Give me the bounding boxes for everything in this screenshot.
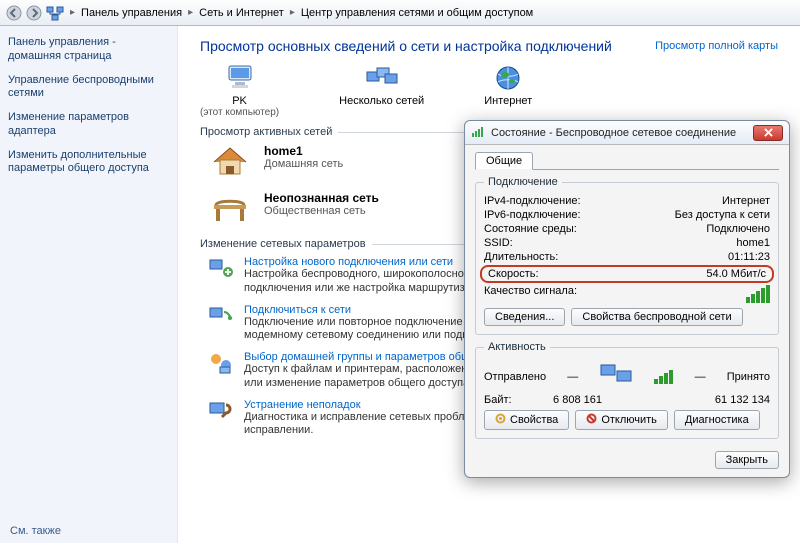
map-pc-sub: (этот компьютер) xyxy=(200,107,279,118)
breadcrumb-item[interactable]: Центр управления сетями и общим доступом xyxy=(301,7,533,19)
ssid-value: home1 xyxy=(736,237,770,249)
speed-label: Скорость: xyxy=(488,268,539,280)
signal-label: Качество сигнала: xyxy=(484,285,577,303)
troubleshoot-icon xyxy=(208,399,234,439)
task-link[interactable]: Подключиться к сети xyxy=(244,304,351,316)
sidebar-item-sharing[interactable]: Изменить дополнительные параметры общего… xyxy=(8,149,169,177)
activity-signal-icon xyxy=(654,370,673,384)
network-type-link[interactable]: Домашняя сеть xyxy=(264,158,343,170)
disable-icon xyxy=(586,413,597,427)
tab-strip: Общие xyxy=(475,151,779,170)
bytes-sent: 6 808 161 xyxy=(553,394,602,406)
sidebar-item-wireless[interactable]: Управление беспроводными сетями xyxy=(8,74,169,102)
details-button[interactable]: Сведения... xyxy=(484,308,565,326)
ipv6-label: IPv6-подключение: xyxy=(484,209,581,221)
properties-button[interactable]: Свойства xyxy=(484,410,569,430)
nav-back-icon[interactable] xyxy=(6,5,22,21)
ssid-label: SSID: xyxy=(484,237,513,249)
network-type: Общественная сеть xyxy=(264,205,379,217)
homegroup-icon xyxy=(208,351,234,391)
signal-bars-icon xyxy=(746,285,770,303)
nav-fwd-icon[interactable] xyxy=(26,5,42,21)
group-label: Активность xyxy=(484,341,550,353)
public-network-icon xyxy=(210,191,250,228)
group-label: Подключение xyxy=(484,176,562,188)
chevron-right-icon: ▸ xyxy=(68,7,77,18)
sidebar-item-adapter[interactable]: Изменение параметров адаптера xyxy=(8,111,169,139)
sidebar-see-also: См. также xyxy=(10,525,61,537)
breadcrumb-item[interactable]: Сеть и Интернет xyxy=(199,7,284,19)
duration-label: Длительность: xyxy=(484,251,558,263)
status-dialog: Состояние - Беспроводное сетевое соедине… xyxy=(464,120,790,478)
map-multi-label: Несколько сетей xyxy=(339,95,424,107)
ipv4-label: IPv4-подключение: xyxy=(484,195,581,207)
duration-value: 01:11:23 xyxy=(728,251,770,263)
dialog-titlebar[interactable]: Состояние - Беспроводное сетевое соедине… xyxy=(465,121,789,145)
task-link[interactable]: Устранение неполадок xyxy=(244,399,361,411)
chevron-right-icon: ▸ xyxy=(186,7,195,18)
disable-button[interactable]: Отключить xyxy=(575,410,668,430)
network-name: home1 xyxy=(264,144,303,158)
activity-computers-icon xyxy=(599,363,633,390)
close-dialog-button[interactable]: Закрыть xyxy=(715,451,779,469)
breadcrumb-item[interactable]: Панель управления xyxy=(81,7,182,19)
network-name: Неопознанная сеть xyxy=(264,191,379,205)
sent-label: Отправлено xyxy=(484,371,546,383)
gear-icon xyxy=(495,413,506,427)
bytes-label: Байт: xyxy=(484,394,512,406)
sidebar: Панель управления - домашняя страница Уп… xyxy=(0,26,178,543)
close-button[interactable] xyxy=(753,125,783,141)
wifi-status-icon xyxy=(471,124,485,141)
sidebar-item-home[interactable]: Панель управления - домашняя страница xyxy=(8,36,169,64)
bytes-recv: 61 132 134 xyxy=(715,394,770,406)
connection-group: Подключение IPv4-подключение: Интернет IP… xyxy=(475,176,779,335)
diagnose-button[interactable]: Диагностика xyxy=(674,410,760,430)
wireless-props-button[interactable]: Свойства беспроводной сети xyxy=(571,308,742,326)
home-network-icon xyxy=(210,144,250,181)
activity-group: Активность Отправлено — — Принято Байт: … xyxy=(475,341,779,439)
map-internet-label: Интернет xyxy=(484,95,532,107)
media-value: Подключено xyxy=(706,223,770,235)
multiple-networks-icon xyxy=(365,64,399,95)
breadcrumb: ▸ Панель управления ▸ Сеть и Интернет ▸ … xyxy=(0,0,800,26)
speed-value: 54.0 Мбит/с xyxy=(706,268,766,280)
media-label: Состояние среды: xyxy=(484,223,577,235)
network-map: PK (этот компьютер) Несколько сетей Инте… xyxy=(200,64,784,118)
new-connection-icon xyxy=(208,256,234,296)
dialog-title: Состояние - Беспроводное сетевое соедине… xyxy=(491,127,747,139)
this-pc-icon xyxy=(223,64,257,95)
chevron-right-icon: ▸ xyxy=(288,7,297,18)
full-map-link[interactable]: Просмотр полной карты xyxy=(655,40,778,52)
ipv4-value: Интернет xyxy=(722,195,770,207)
tab-general[interactable]: Общие xyxy=(475,152,533,170)
connect-icon xyxy=(208,304,234,344)
network-center-icon xyxy=(46,4,64,22)
map-pc-label: PK xyxy=(200,95,279,107)
ipv6-value: Без доступа к сети xyxy=(675,209,770,221)
recv-label: Принято xyxy=(727,371,770,383)
internet-globe-icon xyxy=(493,64,523,95)
speed-row-highlight: Скорость: 54.0 Мбит/с xyxy=(480,265,774,283)
task-link[interactable]: Настройка нового подключения или сети xyxy=(244,256,453,268)
